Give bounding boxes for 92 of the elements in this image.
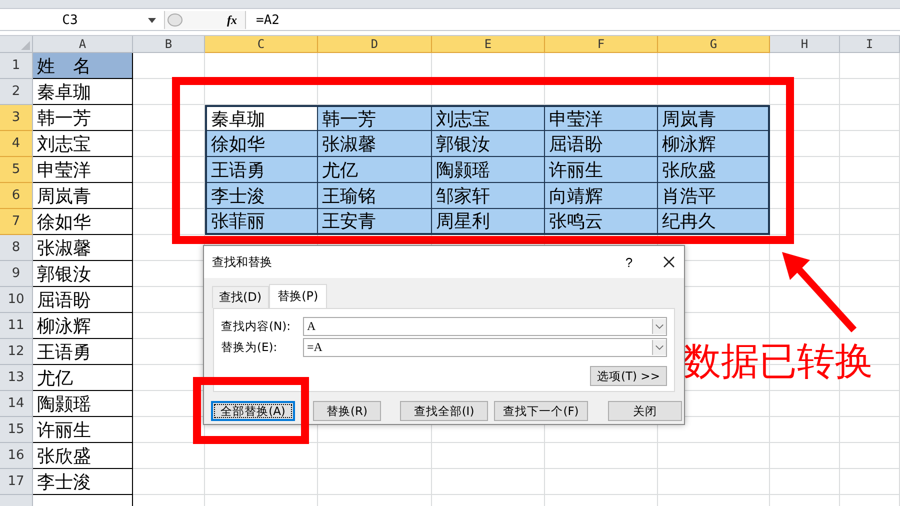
- dropdown-icon[interactable]: [148, 18, 156, 22]
- table-cell: 申莹洋: [545, 105, 658, 131]
- table-cell: 纪冉久: [658, 209, 770, 235]
- row-header[interactable]: 13: [0, 365, 33, 391]
- field-label: 替换为(E):: [221, 340, 278, 355]
- table-cell: 韩一芳: [318, 105, 432, 131]
- table-cell: 王语勇: [33, 339, 133, 365]
- table-cell: 肖浩平: [658, 183, 770, 209]
- column-header[interactable]: E: [432, 36, 545, 53]
- table-cell: 周岚青: [33, 183, 133, 209]
- table-cell: 王瑜铭: [318, 183, 432, 209]
- column-header[interactable]: D: [318, 36, 432, 53]
- row-header[interactable]: 4: [0, 131, 33, 157]
- insert-function-button[interactable]: fx: [227, 12, 237, 28]
- table-cell: 徐如华: [33, 209, 133, 235]
- input-field[interactable]: =A: [303, 338, 667, 357]
- chevron-icon[interactable]: [652, 319, 666, 334]
- table-cell: 李士浚: [33, 469, 133, 495]
- table-cell: 刘志宝: [33, 131, 133, 157]
- annotation-text: 数据已转换: [683, 340, 873, 385]
- dialog-button[interactable]: 查找全部(I): [400, 401, 488, 421]
- table-cell: 陶颢瑶: [432, 157, 545, 183]
- table-cell: 刘志宝: [432, 105, 545, 131]
- table-cell: 韩一芳: [33, 105, 133, 131]
- dialog-button[interactable]: 关闭: [608, 401, 682, 421]
- table-cell: 王语勇: [205, 157, 318, 183]
- row-header[interactable]: 2: [0, 79, 33, 105]
- table-cell: 秦卓珈: [205, 105, 318, 131]
- table-cell: 张菲丽: [205, 209, 318, 235]
- tab[interactable]: 查找(D): [212, 286, 269, 308]
- dialog-button[interactable]: 全部替换(A): [211, 401, 295, 421]
- table-cell: 郭银汝: [33, 261, 133, 287]
- row-header[interactable]: 15: [0, 417, 33, 443]
- column-header[interactable]: F: [545, 36, 658, 53]
- field-label: 查找内容(N):: [221, 319, 292, 334]
- table-cell: 秦卓珈: [33, 79, 133, 105]
- row-header[interactable]: 9: [0, 261, 33, 287]
- table-cell: 张欣盛: [33, 443, 133, 469]
- table-cell: 李士浚: [205, 183, 318, 209]
- input-field[interactable]: A: [303, 317, 667, 336]
- table-cell: 周星利: [432, 209, 545, 235]
- triangle-icon: [21, 41, 30, 50]
- dialog-title: 查找和替换: [212, 254, 273, 270]
- column-header[interactable]: H: [770, 36, 840, 53]
- table-cell: 许丽生: [545, 157, 658, 183]
- table-cell: 屈语盼: [545, 131, 658, 157]
- chevron-icon[interactable]: [652, 340, 666, 355]
- row-header[interactable]: 1: [0, 53, 33, 79]
- column-header[interactable]: A: [33, 36, 133, 53]
- row-header[interactable]: 7: [0, 209, 33, 235]
- row-header[interactable]: 6: [0, 183, 33, 209]
- row-header[interactable]: 12: [0, 339, 33, 365]
- name-box[interactable]: C3: [0, 11, 140, 29]
- table-cell: 姓 名: [33, 53, 133, 79]
- table-cell: 许丽生: [33, 417, 133, 443]
- row-header[interactable]: 14: [0, 391, 33, 417]
- options-button[interactable]: 选项(T) >>: [590, 366, 667, 386]
- table-cell: 申莹洋: [33, 157, 133, 183]
- table-cell: 向靖辉: [545, 183, 658, 209]
- column-header[interactable]: B: [133, 36, 205, 53]
- table-cell: 陶颢瑶: [33, 391, 133, 417]
- table-cell: 张淑馨: [318, 131, 432, 157]
- formula-field[interactable]: =A2: [246, 12, 280, 28]
- table-cell: 徐如华: [205, 131, 318, 157]
- row-header[interactable]: 17: [0, 469, 33, 495]
- resize-handle-icon[interactable]: [167, 13, 183, 27]
- table-cell: 邹家轩: [432, 183, 545, 209]
- table-cell: 郭银汝: [432, 131, 545, 157]
- table-cell: 柳泳辉: [658, 131, 770, 157]
- table-cell: 周岚青: [658, 105, 770, 131]
- table-cell: 屈语盼: [33, 287, 133, 313]
- help-button[interactable]: ?: [614, 254, 644, 270]
- column-header[interactable]: C: [205, 36, 318, 53]
- close-icon: [663, 256, 675, 268]
- dialog-button[interactable]: 查找下一个(F): [494, 401, 588, 421]
- table-cell: 张淑馨: [33, 235, 133, 261]
- row-header[interactable]: 10: [0, 287, 33, 313]
- row-header[interactable]: 11: [0, 313, 33, 339]
- table-cell: 尤亿: [33, 365, 133, 391]
- dialog-button[interactable]: 替换(R): [313, 401, 381, 421]
- row-header[interactable]: 5: [0, 157, 33, 183]
- row-header[interactable]: 8: [0, 235, 33, 261]
- table-cell: 王安青: [318, 209, 432, 235]
- table-cell: 尤亿: [318, 157, 432, 183]
- column-header[interactable]: I: [840, 36, 900, 53]
- row-header[interactable]: 16: [0, 443, 33, 469]
- tab[interactable]: 替换(P): [268, 284, 328, 308]
- table-cell: 柳泳辉: [33, 313, 133, 339]
- table-cell: 张欣盛: [658, 157, 770, 183]
- column-header[interactable]: G: [658, 36, 770, 53]
- row-header[interactable]: 3: [0, 105, 33, 131]
- table-cell: 张鸣云: [545, 209, 658, 235]
